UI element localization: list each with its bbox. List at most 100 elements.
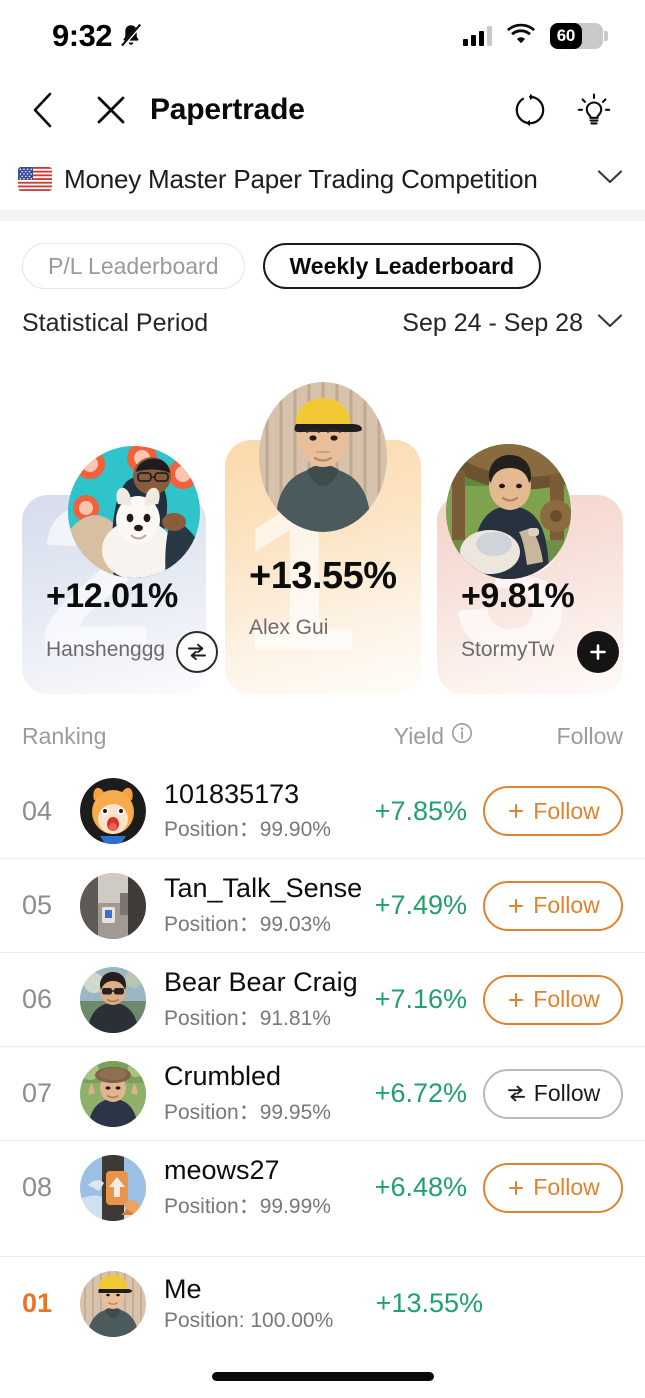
- period-chevron-down-icon[interactable]: [597, 313, 623, 334]
- table-row[interactable]: 06 Bear Bear Craig Position：91.81% +7.16…: [0, 952, 645, 1046]
- row-username: Bear Bear Craig: [164, 967, 358, 998]
- avatar[interactable]: [80, 966, 146, 1033]
- podium-name-2: Hanshenggg: [46, 638, 166, 661]
- row-position: Position：91.81%: [164, 1006, 331, 1030]
- statistical-period-value: Sep 24 - Sep 28: [402, 309, 583, 337]
- podium-yield-3: +9.81%: [461, 577, 575, 615]
- battery-icon: 60: [550, 23, 608, 49]
- table-row[interactable]: 08 meows27 Position：99.99% +6.48% Follow: [0, 1140, 645, 1234]
- column-header-ranking: Ranking: [22, 722, 107, 749]
- status-time: 9:32: [52, 18, 113, 53]
- row-info: Tan_Talk_Sense Position：99.03%: [164, 873, 375, 938]
- page-title: Papertrade: [150, 93, 305, 126]
- follow-button-label: Follow: [533, 986, 600, 1012]
- row-rank: 08: [22, 1172, 53, 1202]
- table-row[interactable]: 05 Tan_Talk_Sense Position：99.03% +7.49%: [0, 858, 645, 952]
- row-rank: 07: [22, 1078, 53, 1108]
- status-bar-right: 60: [463, 23, 608, 49]
- row-position: Position：99.95%: [164, 1100, 331, 1124]
- follow-button-label: Follow: [533, 1080, 601, 1106]
- nav-bar: Papertrade: [0, 72, 645, 148]
- my-follow-placeholder: [483, 1279, 623, 1329]
- info-circle-icon[interactable]: [451, 722, 473, 750]
- podium-yield-1: +13.55%: [249, 555, 397, 597]
- avatar[interactable]: [80, 872, 146, 939]
- column-header-follow: Follow: [556, 722, 623, 749]
- chevron-left-icon[interactable]: [20, 87, 66, 133]
- podium-top-three: 2 +12.01% Hanshenggg 1 +13.55% Alex Gui …: [0, 364, 645, 694]
- follow-button[interactable]: Follow: [483, 974, 623, 1025]
- row-rank: 04: [22, 795, 53, 826]
- table-row[interactable]: 07 Crumbled Position：99.95% +6.72% Follo…: [0, 1046, 645, 1140]
- home-indicator: [211, 1372, 434, 1381]
- row-yield: +7.49%: [374, 890, 467, 920]
- statistical-period-row[interactable]: Statistical Period Sep 24 - Sep 28: [0, 289, 645, 338]
- status-bar-left: 9:32: [52, 18, 143, 54]
- podium-avatar-1[interactable]: [259, 382, 387, 532]
- swap-arrows-icon: [507, 1085, 525, 1102]
- competition-selector[interactable]: Money Master Paper Trading Competition: [0, 148, 645, 210]
- close-x-icon[interactable]: [88, 87, 134, 133]
- podium-avatar-3[interactable]: [446, 444, 571, 579]
- my-position: Position: 100.00%: [164, 1308, 334, 1332]
- bell-muted-icon: [119, 23, 143, 49]
- follow-button[interactable]: Follow: [483, 786, 623, 836]
- row-username: Tan_Talk_Sense: [164, 873, 363, 904]
- battery-level-label: 60: [556, 26, 576, 45]
- my-rank: 01: [22, 1288, 53, 1318]
- my-username: Me: [164, 1274, 202, 1305]
- row-rank: 05: [22, 890, 53, 920]
- follow-button[interactable]: Follow: [483, 1068, 623, 1119]
- plus-icon: [509, 992, 524, 1007]
- app-screen: 9:32 60 Papertrade Money Master Paper Tr…: [0, 0, 645, 1398]
- statistical-period-label: Statistical Period: [22, 309, 209, 337]
- row-username: meows27: [164, 1155, 280, 1186]
- us-flag-icon: [18, 167, 52, 191]
- row-username: 101835173: [164, 778, 300, 809]
- plus-icon: [509, 1180, 524, 1195]
- tab-weekly-leaderboard[interactable]: Weekly Leaderboard: [262, 243, 542, 289]
- avatar[interactable]: [80, 778, 146, 844]
- swap-arrows-icon: [188, 643, 206, 661]
- row-position: Position：99.90%: [164, 818, 331, 842]
- competition-name: Money Master Paper Trading Competition: [64, 163, 538, 194]
- row-yield: +6.48%: [374, 1172, 467, 1202]
- row-username: Crumbled: [164, 1061, 282, 1092]
- my-info: Me Position: 100.00%: [164, 1274, 376, 1333]
- my-avatar[interactable]: [80, 1270, 146, 1337]
- podium-yield-2: +12.01%: [46, 577, 178, 615]
- row-info: Crumbled Position：99.95%: [164, 1061, 375, 1126]
- plus-icon: [590, 644, 606, 660]
- cellular-signal-icon: [463, 26, 492, 46]
- refresh-sync-icon[interactable]: [507, 87, 553, 133]
- row-info: 101835173 Position：99.90%: [164, 779, 375, 844]
- tab-pl-leaderboard[interactable]: P/L Leaderboard: [22, 243, 245, 289]
- nav-actions: [507, 87, 617, 133]
- lightbulb-icon[interactable]: [571, 87, 617, 133]
- podium-avatar-2[interactable]: [68, 446, 200, 578]
- plus-icon: [509, 804, 524, 818]
- podium-follow-button-3[interactable]: [577, 631, 619, 673]
- avatar[interactable]: [80, 1154, 146, 1221]
- row-yield: +6.72%: [374, 1078, 467, 1108]
- follow-button-label: Follow: [533, 797, 600, 824]
- my-rank-row[interactable]: 01 Me Position: 100.00% +13.55%: [0, 1256, 645, 1350]
- competition-chevron-down-icon[interactable]: [597, 169, 623, 190]
- my-yield: +13.55%: [375, 1288, 483, 1318]
- wifi-icon: [507, 23, 535, 49]
- follow-button[interactable]: Follow: [483, 880, 623, 931]
- row-yield: +7.85%: [374, 795, 467, 826]
- row-rank: 06: [22, 984, 53, 1014]
- status-bar: 9:32 60: [0, 0, 645, 72]
- podium-follow-button-2[interactable]: [176, 631, 218, 673]
- row-position: Position：99.99%: [164, 1194, 331, 1218]
- row-yield: +7.16%: [374, 984, 467, 1014]
- row-info: meows27 Position：99.99%: [164, 1155, 375, 1220]
- leaderboard-rows: 04 101835173 Position：99.90% +7.85% Foll…: [0, 764, 645, 1234]
- table-row[interactable]: 04 101835173 Position：99.90% +7.85% Foll…: [0, 764, 645, 858]
- row-position: Position：99.03%: [164, 912, 331, 936]
- avatar[interactable]: [80, 1060, 146, 1127]
- leaderboard-tabs: P/L Leaderboard Weekly Leaderboard: [0, 221, 645, 289]
- follow-button[interactable]: Follow: [483, 1162, 623, 1213]
- podium-name-3: StormyTw: [461, 638, 555, 661]
